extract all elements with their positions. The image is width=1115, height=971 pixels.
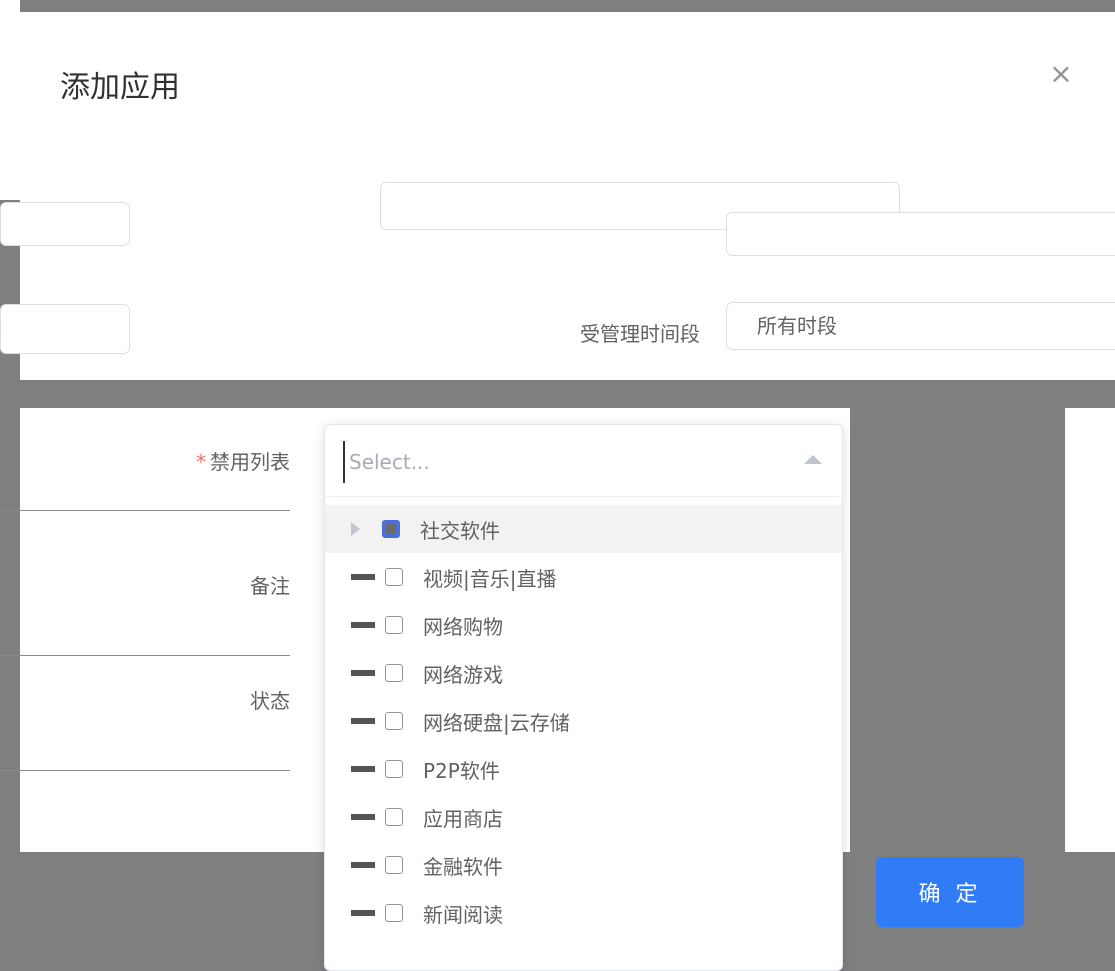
left-select-1[interactable] (0, 202, 130, 246)
tree-item-label: 视频|音乐|直播 (423, 566, 557, 591)
tree-item-label: P2P软件 (423, 758, 500, 783)
remark-label: 备注 (250, 574, 290, 598)
confirm-button[interactable]: 确 定 (876, 857, 1024, 927)
tree-item-label: 社交软件 (420, 518, 500, 543)
category-tree: 社交软件 视频|音乐|直播 网络购物 网络游戏 网络硬盘|云存储 P2P软件 应… (325, 505, 842, 937)
indent-marker-icon (351, 766, 375, 772)
checkbox[interactable] (385, 760, 403, 778)
upper-right-field[interactable] (726, 212, 1115, 256)
checkbox[interactable] (382, 520, 400, 538)
indent-marker-icon (351, 862, 375, 868)
blocklist-dropdown: 社交软件 视频|音乐|直播 网络购物 网络游戏 网络硬盘|云存储 P2P软件 (324, 424, 843, 971)
indent-marker-icon (351, 814, 375, 820)
tree-item-games[interactable]: 网络游戏 (325, 649, 842, 697)
status-divider (0, 770, 290, 771)
remark-divider (0, 655, 290, 656)
tree-item-label: 新闻阅读 (423, 902, 503, 927)
indent-marker-icon (351, 574, 375, 580)
checkbox[interactable] (385, 712, 403, 730)
status-label: 状态 (250, 689, 290, 713)
checkbox[interactable] (385, 856, 403, 874)
tree-item-news[interactable]: 新闻阅读 (325, 889, 842, 937)
tree-item-shopping[interactable]: 网络购物 (325, 601, 842, 649)
tree-item-app-store[interactable]: 应用商店 (325, 793, 842, 841)
tree-item-label: 网络购物 (423, 614, 503, 639)
overlay-band-top (0, 380, 1115, 408)
backdrop-left-strip (0, 0, 20, 200)
checkbox[interactable] (385, 616, 403, 634)
blocklist-label: * 禁用列表 (100, 446, 290, 475)
checkbox[interactable] (385, 808, 403, 826)
blocklist-search-input[interactable] (343, 441, 791, 483)
left-select-2[interactable] (0, 304, 130, 354)
blocklist-label-text: 禁用列表 (210, 450, 290, 474)
tree-item-label: 金融软件 (423, 854, 503, 879)
dialog-title: 添加应用 (60, 70, 180, 105)
time-period-label: 受管理时间段 (580, 322, 700, 346)
close-icon[interactable]: × (1047, 60, 1075, 88)
indent-marker-icon (351, 670, 375, 676)
time-period-select[interactable]: 所有时段 (726, 302, 1115, 350)
blocklist-divider (0, 510, 290, 511)
tree-item-finance[interactable]: 金融软件 (325, 841, 842, 889)
indent-marker-icon (351, 910, 375, 916)
time-period-value: 所有时段 (757, 314, 837, 338)
indent-marker-icon (351, 622, 375, 628)
caret-up-icon[interactable] (804, 455, 822, 464)
tree-item-label: 网络硬盘|云存储 (423, 710, 570, 735)
indent-marker-icon (351, 718, 375, 724)
blocklist-search (325, 425, 842, 497)
tree-item-social[interactable]: 社交软件 (325, 505, 842, 553)
tree-item-p2p[interactable]: P2P软件 (325, 745, 842, 793)
tree-item-label: 应用商店 (423, 806, 503, 831)
tree-item-label: 网络游戏 (423, 662, 503, 687)
tree-item-cloud-storage[interactable]: 网络硬盘|云存储 (325, 697, 842, 745)
required-mark: * (196, 450, 206, 474)
checkbox[interactable] (385, 568, 403, 586)
checkbox[interactable] (385, 664, 403, 682)
caret-right-icon[interactable] (351, 522, 360, 536)
checkbox[interactable] (385, 904, 403, 922)
tree-item-video[interactable]: 视频|音乐|直播 (325, 553, 842, 601)
